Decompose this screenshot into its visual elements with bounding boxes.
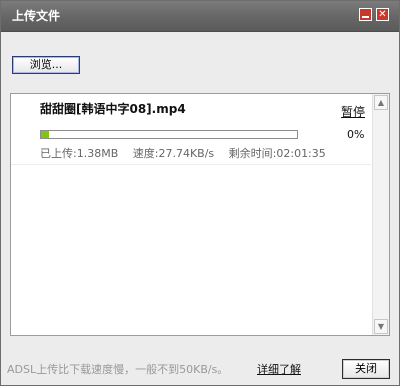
dialog-title: 上传文件 <box>12 9 61 23</box>
upload-list: 甜甜圈[韩语中字08].mp4 暂停 0% 已上传:1.38MB 速度:27.7… <box>10 93 390 336</box>
minimize-button[interactable] <box>359 8 372 21</box>
browse-button[interactable]: 浏览... <box>12 56 80 74</box>
title-bar[interactable]: 上传文件 ✕ <box>1 1 399 32</box>
upload-stats: 已上传:1.38MB 速度:27.74KB/s 剩余时间:02:01:35 <box>40 148 326 160</box>
close-window-button[interactable]: ✕ <box>376 8 389 21</box>
remaining-time: 剩余时间:02:01:35 <box>228 147 326 160</box>
scroll-down-icon[interactable]: ▼ <box>374 319 388 334</box>
speed-note: ADSL上传比下载速度慢，一般不到50KB/s。 <box>7 363 229 376</box>
uploaded-size: 已上传:1.38MB <box>40 147 119 160</box>
pause-button[interactable]: 暂停 <box>341 106 365 119</box>
vertical-scrollbar[interactable]: ▲ ▼ <box>372 94 389 335</box>
upload-speed: 速度:27.74KB/s <box>132 147 215 160</box>
upload-dialog: 上传文件 ✕ 浏览... 甜甜圈[韩语中字08].mp4 暂停 0% 已上传:1… <box>0 0 400 386</box>
minimize-icon <box>362 16 369 18</box>
close-icon: ✕ <box>378 9 387 20</box>
upload-item: 甜甜圈[韩语中字08].mp4 暂停 0% 已上传:1.38MB 速度:27.7… <box>11 94 371 166</box>
progress-percent: 0% <box>347 128 365 141</box>
learn-more-link[interactable]: 详细了解 <box>257 364 301 376</box>
upload-progress-bar <box>40 130 298 139</box>
close-button[interactable]: 关闭 <box>342 359 390 379</box>
row-divider <box>11 164 371 165</box>
upload-progress-fill <box>41 131 49 138</box>
scroll-up-icon[interactable]: ▲ <box>374 95 388 110</box>
file-name: 甜甜圈[韩语中字08].mp4 <box>40 102 186 116</box>
